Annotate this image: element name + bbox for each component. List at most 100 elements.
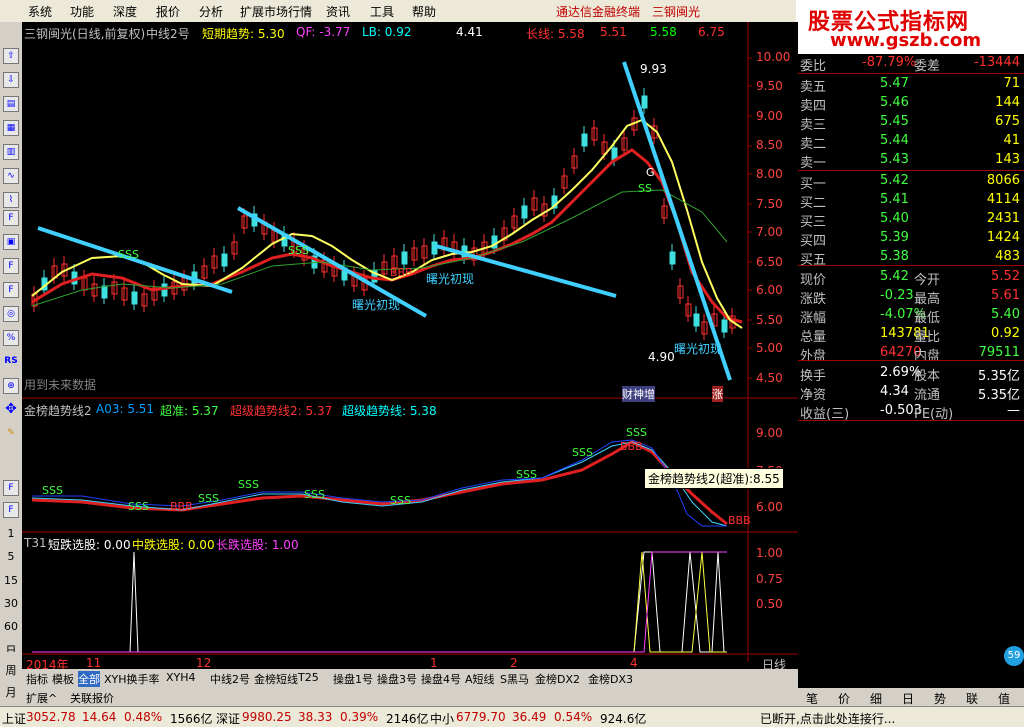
- period-5min[interactable]: 5: [2, 550, 20, 563]
- menu-system[interactable]: 系统: [28, 3, 52, 20]
- stat-row-value: -0.23: [880, 288, 914, 303]
- low-price-label: 4.90: [648, 350, 675, 364]
- indicator-tab[interactable]: XYH4: [166, 671, 196, 684]
- rsi-icon[interactable]: RS: [3, 354, 19, 370]
- extra-value: 4.41: [456, 25, 483, 39]
- long-line-value: 长线: 5.58: [526, 27, 585, 41]
- indicator-tab[interactable]: A短线: [465, 671, 495, 687]
- y-tick: 10.00: [756, 50, 791, 64]
- bar-icon[interactable]: ▥: [3, 144, 19, 160]
- f5-icon[interactable]: F: [3, 480, 19, 496]
- indicator-tab[interactable]: 全部: [78, 671, 100, 687]
- right-tabs: 笔 价 细 日 势 联 值: [798, 688, 1024, 706]
- period-60min[interactable]: 60: [2, 620, 20, 633]
- period-30min[interactable]: 30: [2, 597, 20, 610]
- globe-icon[interactable]: ◎: [3, 306, 19, 322]
- sh-label: 上证: [2, 712, 27, 726]
- indicator-tab[interactable]: 金榜短线: [254, 671, 298, 687]
- stat-row-label2: 内盘: [914, 349, 941, 364]
- status-bar: 上证 3052.78 14.64 0.48% 1566亿 深证 9980.25 …: [0, 706, 1024, 727]
- bid-row[interactable]: 买一 5.42 8066: [798, 172, 1024, 192]
- down-arrow-icon[interactable]: ⇩: [3, 72, 19, 88]
- quote-divider: [798, 170, 1024, 171]
- indicator-tab[interactable]: 金榜DX3: [588, 671, 633, 687]
- line-icon[interactable]: ∿: [3, 168, 19, 184]
- red-value: 6.75: [698, 25, 725, 39]
- menu-quote[interactable]: 报价: [156, 3, 180, 20]
- bbb-label: BBB: [390, 266, 413, 279]
- ask-row[interactable]: 卖三 5.45 675: [798, 113, 1024, 133]
- sz-amount: 2146亿: [386, 712, 429, 726]
- x-label: 12: [196, 656, 212, 670]
- menu-function[interactable]: 功能: [70, 3, 94, 20]
- menu-news[interactable]: 资讯: [326, 3, 350, 20]
- indicator-tab[interactable]: 中线2号: [210, 671, 250, 687]
- bid-row[interactable]: 买四 5.39 1424: [798, 229, 1024, 249]
- sh-amount: 1566亿: [170, 712, 213, 726]
- indicator-tab[interactable]: 操盘4号: [421, 671, 461, 687]
- indicator-tab[interactable]: 金榜DX2: [535, 671, 580, 687]
- bid-row[interactable]: 买三 5.40 2431: [798, 210, 1024, 230]
- indicator-tab[interactable]: 指标: [26, 671, 48, 687]
- float-badge[interactable]: 59: [1004, 646, 1024, 666]
- indicator-tab[interactable]: 操盘3号: [377, 671, 417, 687]
- f10-icon[interactable]: F: [3, 210, 19, 226]
- period-1min[interactable]: 1: [2, 527, 20, 540]
- ask-row[interactable]: 卖二 5.44 41: [798, 132, 1024, 152]
- menu-extended-market[interactable]: 扩展市场行情: [240, 3, 312, 20]
- calc-icon[interactable]: ▣: [3, 234, 19, 250]
- ask-volume: 71: [1003, 76, 1020, 91]
- menu-depth[interactable]: 深度: [113, 3, 137, 20]
- up-arrow-icon[interactable]: ⇧: [3, 48, 19, 64]
- dawn-label-3: 曙光初现: [674, 342, 723, 356]
- ask-row[interactable]: 卖五 5.47 71: [798, 75, 1024, 95]
- candle-body: [641, 95, 648, 109]
- candle-body: [721, 319, 728, 333]
- stat2-row-label2: 股本: [914, 369, 941, 384]
- indicator-tab[interactable]: 模板: [52, 671, 74, 687]
- period-15min[interactable]: 15: [2, 574, 20, 587]
- menu-help[interactable]: 帮助: [412, 3, 436, 20]
- indicator-tab[interactable]: XYH换手率: [104, 671, 160, 687]
- zoom-icon[interactable]: ⊕: [3, 378, 19, 394]
- f1a-icon[interactable]: F: [3, 258, 19, 274]
- period-month[interactable]: 月: [2, 684, 20, 700]
- percent-icon[interactable]: %: [3, 330, 19, 346]
- tab-bi[interactable]: 笔: [806, 690, 818, 707]
- grid-icon[interactable]: ▦: [3, 120, 19, 136]
- ask-row[interactable]: 卖一 5.43 143: [798, 151, 1024, 171]
- pen-icon[interactable]: ✎: [3, 426, 19, 442]
- tab-zhi[interactable]: 值: [998, 690, 1010, 707]
- f12-icon[interactable]: F: [3, 282, 19, 298]
- tab-xi[interactable]: 细: [870, 690, 882, 707]
- f6-icon[interactable]: F: [3, 502, 19, 518]
- lb-value: LB: 0.92: [362, 25, 412, 39]
- menu-tools[interactable]: 工具: [370, 3, 394, 20]
- green-value: 5.58: [650, 25, 677, 39]
- related-quote-tab[interactable]: 关联报价: [70, 690, 114, 706]
- tab-ri[interactable]: 日: [902, 690, 914, 707]
- tab-shi[interactable]: 势: [934, 690, 946, 707]
- tab-lian[interactable]: 联: [966, 690, 978, 707]
- chart-area[interactable]: 三钢闽光(日线,前复权) 中线2号 短期趋势: 5.30 QF: -3.77 L…: [22, 22, 798, 672]
- candle-body: [521, 205, 528, 219]
- period-week[interactable]: 周: [2, 662, 20, 678]
- f1-icon[interactable]: ▤: [3, 96, 19, 112]
- bid-volume: 4114: [986, 192, 1020, 207]
- weicha-value: -13444: [973, 55, 1020, 70]
- extend-tab[interactable]: 扩展^: [26, 690, 57, 706]
- menu-analysis[interactable]: 分析: [199, 3, 223, 20]
- indicator-tab[interactable]: S黑马: [500, 671, 529, 687]
- indicator-tab[interactable]: T25: [298, 671, 319, 684]
- ask-row[interactable]: 卖四 5.46 144: [798, 94, 1024, 114]
- sub2-name: T31: [24, 536, 47, 550]
- connection-status[interactable]: 已断开,点击此处连接行...: [760, 710, 895, 727]
- sub1-super-trend: 超级趋势线: 5.38: [342, 404, 437, 418]
- trend-icon[interactable]: ⌇: [3, 192, 19, 208]
- indicator-tab[interactable]: 操盘1号: [333, 671, 373, 687]
- tab-jia[interactable]: 价: [838, 690, 850, 707]
- x-label: 1: [430, 656, 438, 670]
- bid-row[interactable]: 买二 5.41 4114: [798, 191, 1024, 211]
- bid-label: 买三: [800, 215, 827, 230]
- move-icon[interactable]: ✥: [3, 402, 19, 418]
